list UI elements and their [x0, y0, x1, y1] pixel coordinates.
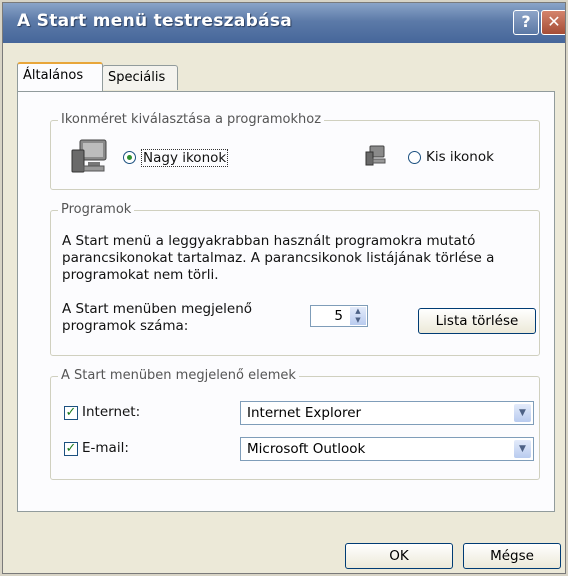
tab-general[interactable]: Általános	[17, 62, 103, 91]
program-count-spinner[interactable]: 5 ▲ ▼	[310, 305, 368, 327]
internet-select[interactable]: Internet Explorer ▼	[240, 401, 534, 425]
start-menu-items-legend: A Start menüben megjelenő elemek	[58, 368, 299, 383]
close-icon: ✕	[547, 12, 561, 31]
cancel-label: Mégse	[490, 548, 534, 564]
dialog-window: A Start menü testreszabása ? ✕ Általános…	[2, 2, 566, 574]
programs-group: Programok	[50, 202, 540, 356]
program-count-label-line2: programok száma:	[62, 318, 189, 334]
spin-buttons[interactable]: ▲ ▼	[350, 307, 366, 325]
email-label: E-mail:	[82, 440, 129, 456]
help-button[interactable]: ?	[513, 10, 539, 35]
programs-description-line3: programokat nem törli.	[62, 267, 219, 283]
cancel-button[interactable]: Mégse	[463, 543, 561, 569]
large-icons-label[interactable]: Nagy ikonok	[141, 149, 229, 167]
icon-size-legend: Ikonméret kiválasztása a programokhoz	[58, 112, 325, 127]
window-title: A Start menü testreszabása	[17, 11, 293, 31]
title-bar[interactable]: A Start menü testreszabása ? ✕	[3, 3, 565, 43]
chevron-down-icon[interactable]: ▼	[514, 404, 531, 422]
internet-check-mark: ✓	[65, 405, 77, 420]
help-icon: ?	[521, 12, 531, 31]
tab-panel-general: Ikonméret kiválasztása a programokhoz Na…	[17, 91, 555, 512]
tab-advanced-label: Speciális	[108, 70, 166, 85]
spin-down-icon[interactable]: ▼	[350, 316, 366, 325]
clear-list-button[interactable]: Lista törlése	[418, 308, 536, 334]
program-count-label-line1: A Start menüben megjelenő	[62, 301, 253, 317]
internet-select-value: Internet Explorer	[247, 405, 362, 421]
large-monitor-icon	[71, 139, 107, 173]
small-icons-radio[interactable]	[408, 151, 421, 164]
tab-advanced[interactable]: Speciális	[102, 65, 178, 90]
email-select-value: Microsoft Outlook	[247, 441, 366, 457]
chevron-down-icon[interactable]: ▼	[514, 440, 531, 458]
programs-legend: Programok	[58, 202, 135, 217]
email-select[interactable]: Microsoft Outlook ▼	[240, 437, 534, 461]
close-button[interactable]: ✕	[541, 10, 565, 35]
small-monitor-icon	[365, 145, 386, 166]
email-checkbox[interactable]: ✓	[64, 442, 78, 456]
clear-list-label: Lista törlése	[435, 313, 519, 329]
ok-button[interactable]: OK	[345, 543, 453, 569]
program-count-value: 5	[334, 308, 343, 324]
programs-description-line1: A Start menü a leggyakrabban használt pr…	[62, 233, 476, 249]
internet-checkbox[interactable]: ✓	[64, 406, 78, 420]
spin-up-icon[interactable]: ▲	[350, 307, 366, 316]
internet-label: Internet:	[82, 404, 141, 420]
tab-general-label: Általános	[23, 68, 84, 83]
programs-description-line2: parancsikonokat tartalmaz. A parancsikon…	[62, 250, 495, 266]
email-check-mark: ✓	[65, 441, 77, 456]
large-icons-radio[interactable]	[123, 151, 136, 164]
small-icons-label[interactable]: Kis ikonok	[426, 149, 494, 165]
start-menu-items-group: A Start menüben megjelenő elemek	[50, 368, 540, 480]
ok-label: OK	[389, 548, 409, 564]
